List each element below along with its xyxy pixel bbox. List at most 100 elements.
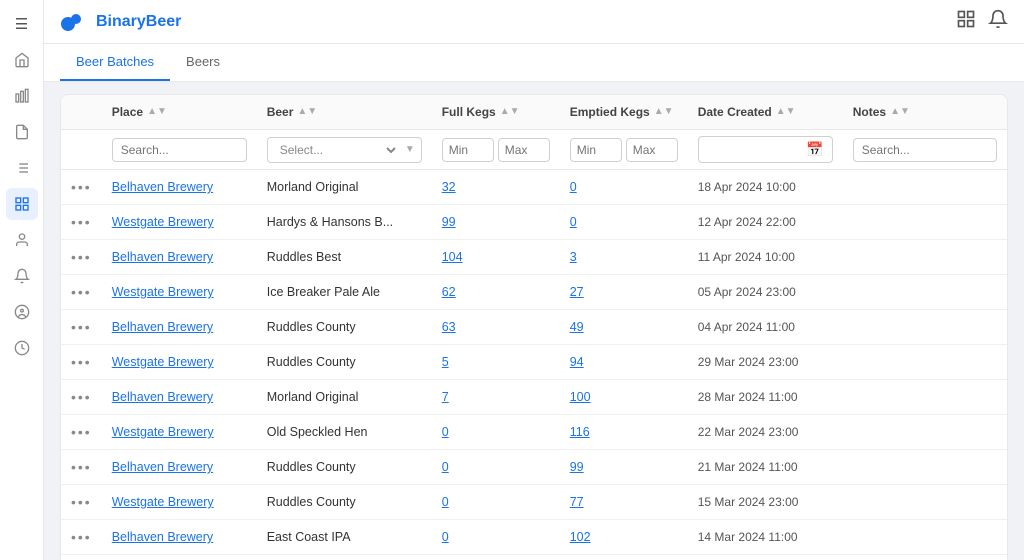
row-place-cell: Westgate Brewery [102, 205, 257, 240]
col-header-place[interactable]: Place ▲▼ [102, 95, 257, 130]
row-emptied-kegs-link[interactable]: 116 [570, 425, 590, 439]
person-icon[interactable] [6, 224, 38, 256]
row-full-kegs-link[interactable]: 32 [442, 180, 456, 194]
row-place-link[interactable]: Belhaven Brewery [112, 250, 213, 264]
calendar-icon[interactable]: 📅 [806, 141, 823, 158]
bar-chart-icon[interactable] [6, 80, 38, 112]
row-emptied-kegs-cell: 94 [560, 345, 688, 380]
table-body: ••• Belhaven Brewery Morland Original 32… [61, 170, 1007, 560]
row-context-menu[interactable]: ••• [71, 389, 92, 405]
filter-notes-input[interactable] [853, 138, 997, 162]
row-place-link[interactable]: Westgate Brewery [112, 495, 214, 509]
sort-full-kegs-icon[interactable]: ▲▼ [500, 107, 520, 117]
row-emptied-kegs-link[interactable]: 77 [570, 495, 584, 509]
filter-place-input[interactable] [112, 138, 247, 162]
bell-icon[interactable] [6, 260, 38, 292]
row-emptied-kegs-cell: 100 [560, 380, 688, 415]
sort-emptied-kegs-icon[interactable]: ▲▼ [654, 107, 674, 117]
row-emptied-kegs-link[interactable]: 102 [570, 530, 591, 544]
row-emptied-kegs-link[interactable]: 99 [570, 460, 584, 474]
row-place-link[interactable]: Belhaven Brewery [112, 530, 213, 544]
home-icon[interactable] [6, 44, 38, 76]
row-full-kegs-link[interactable]: 0 [442, 425, 449, 439]
col-header-date-created[interactable]: Date Created ▲▼ [688, 95, 843, 130]
row-context-menu[interactable]: ••• [71, 459, 92, 475]
col-header-beer[interactable]: Beer ▲▼ [257, 95, 432, 130]
row-emptied-kegs-link[interactable]: 0 [570, 180, 577, 194]
tab-beer-batches[interactable]: Beer Batches [60, 44, 170, 81]
filter-emptied-kegs-min-input[interactable] [570, 138, 622, 162]
row-emptied-kegs-link[interactable]: 3 [570, 250, 577, 264]
row-full-kegs-cell: 62 [432, 275, 560, 310]
col-header-emptied-kegs[interactable]: Emptied Kegs ▲▼ [560, 95, 688, 130]
row-context-menu[interactable]: ••• [71, 319, 92, 335]
row-full-kegs-link[interactable]: 7 [442, 390, 449, 404]
filter-full-kegs-cell [432, 130, 560, 170]
row-context-menu[interactable]: ••• [71, 214, 92, 230]
row-emptied-kegs-link[interactable]: 49 [570, 320, 584, 334]
row-context-menu[interactable]: ••• [71, 494, 92, 510]
row-full-kegs-cell: 0 [432, 555, 560, 560]
row-full-kegs-link[interactable]: 0 [442, 530, 449, 544]
row-emptied-kegs-link[interactable]: 27 [570, 285, 584, 299]
row-date-cell: 05 Apr 2024 23:00 [688, 275, 843, 310]
list-icon[interactable] [6, 152, 38, 184]
row-full-kegs-link[interactable]: 62 [442, 285, 456, 299]
sort-place-icon[interactable]: ▲▼ [147, 107, 167, 117]
row-beer-cell: Ruddles County [257, 485, 432, 520]
filter-full-kegs-min-input[interactable] [442, 138, 494, 162]
row-emptied-kegs-link[interactable]: 0 [570, 215, 577, 229]
row-full-kegs-link[interactable]: 63 [442, 320, 456, 334]
row-full-kegs-link[interactable]: 0 [442, 495, 449, 509]
app-name: BinaryBeer [96, 13, 181, 31]
row-context-menu[interactable]: ••• [71, 284, 92, 300]
filter-emptied-kegs-cell [560, 130, 688, 170]
row-place-cell: Belhaven Brewery [102, 520, 257, 555]
row-place-link[interactable]: Westgate Brewery [112, 285, 214, 299]
row-context-menu[interactable]: ••• [71, 354, 92, 370]
grid-icon[interactable] [6, 188, 38, 220]
bell-header-icon[interactable] [988, 9, 1008, 34]
tab-beers[interactable]: Beers [170, 44, 236, 81]
filter-beer-select[interactable]: Select... [268, 138, 399, 162]
table-row: ••• Westgate Brewery Ice Breaker Pale Al… [61, 275, 1007, 310]
row-context-menu[interactable]: ••• [71, 179, 92, 195]
sort-beer-icon[interactable]: ▲▼ [297, 107, 317, 117]
sort-date-icon[interactable]: ▲▼ [776, 107, 796, 117]
row-place-link[interactable]: Belhaven Brewery [112, 180, 213, 194]
row-emptied-kegs-cell: 102 [560, 520, 688, 555]
grid-header-icon[interactable] [956, 9, 976, 34]
row-full-kegs-link[interactable]: 5 [442, 355, 449, 369]
clock-icon[interactable] [6, 332, 38, 364]
row-place-link[interactable]: Westgate Brewery [112, 355, 214, 369]
row-context-menu[interactable]: ••• [71, 424, 92, 440]
row-full-kegs-link[interactable]: 99 [442, 215, 456, 229]
row-place-link[interactable]: Belhaven Brewery [112, 460, 213, 474]
row-place-link[interactable]: Belhaven Brewery [112, 390, 213, 404]
row-emptied-kegs-link[interactable]: 94 [570, 355, 584, 369]
row-full-kegs-link[interactable]: 0 [442, 460, 449, 474]
hamburger-icon[interactable]: ☰ [6, 8, 38, 40]
row-beer-cell: Morland Original [257, 380, 432, 415]
row-actions-cell: ••• [61, 310, 102, 345]
row-context-menu[interactable]: ••• [71, 529, 92, 545]
row-place-link[interactable]: Westgate Brewery [112, 425, 214, 439]
row-beer-cell: East Coast IPA [257, 520, 432, 555]
sort-notes-icon[interactable]: ▲▼ [890, 107, 910, 117]
col-header-full-kegs[interactable]: Full Kegs ▲▼ [432, 95, 560, 130]
document-icon[interactable] [6, 116, 38, 148]
row-emptied-kegs-link[interactable]: 100 [570, 390, 591, 404]
user-circle-icon[interactable] [6, 296, 38, 328]
row-place-link[interactable]: Westgate Brewery [112, 215, 214, 229]
row-notes-cell [843, 555, 1007, 560]
col-header-notes[interactable]: Notes ▲▼ [843, 95, 1007, 130]
row-place-link[interactable]: Belhaven Brewery [112, 320, 213, 334]
row-context-menu[interactable]: ••• [71, 249, 92, 265]
filter-full-kegs-max-input[interactable] [498, 138, 550, 162]
filter-emptied-kegs-max-input[interactable] [626, 138, 678, 162]
row-full-kegs-cell: 63 [432, 310, 560, 345]
row-full-kegs-link[interactable]: 104 [442, 250, 463, 264]
row-actions-cell: ••• [61, 345, 102, 380]
row-emptied-kegs-cell: 0 [560, 205, 688, 240]
filter-date-input[interactable] [707, 143, 807, 157]
